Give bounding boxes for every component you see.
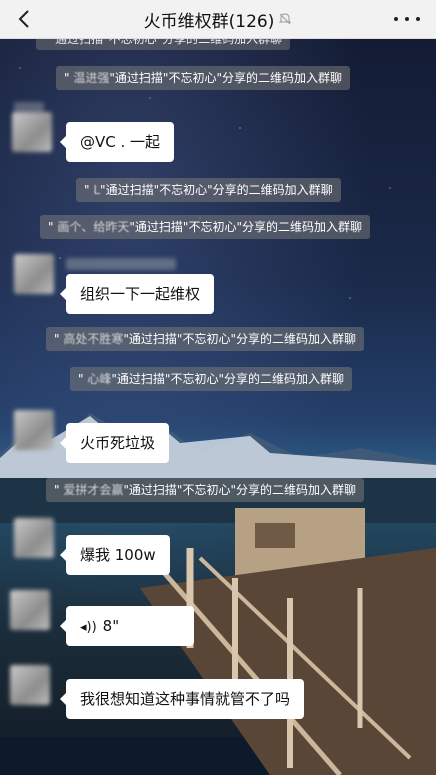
chat-header: 火币维权群(126) <box>0 0 436 39</box>
avatar[interactable] <box>14 518 54 558</box>
avatar[interactable] <box>14 254 54 294</box>
sender-nickname <box>66 258 176 270</box>
avatar[interactable] <box>14 410 54 450</box>
chevron-left-icon <box>18 10 29 28</box>
more-options-button[interactable] <box>394 10 420 28</box>
mute-icon <box>279 13 292 25</box>
message-bubble[interactable]: 我很想知道这种事情就管不了吗 <box>59 679 305 719</box>
message-bubble[interactable]: 火币死垃圾 <box>59 423 170 463</box>
voice-duration: 8" <box>102 617 120 635</box>
avatar[interactable] <box>10 665 50 705</box>
system-notice: " 温进强"通过扫描"不忘初心"分享的二维码加入群聊 <box>56 66 350 90</box>
avatar[interactable] <box>10 590 50 630</box>
voice-message-bubble[interactable]: ◂)) 8" <box>60 606 194 646</box>
message-bubble[interactable]: @VC . 一起 <box>59 122 175 162</box>
message-bubble[interactable]: 爆我 100w <box>60 535 170 575</box>
back-button[interactable] <box>10 4 38 34</box>
dot-icon <box>416 17 420 21</box>
system-notice: " 画个、给昨天"通过扫描"不忘初心"分享的二维码加入群聊 <box>40 215 370 239</box>
system-notice: " 爱拼才会赢"通过扫描"不忘初心"分享的二维码加入群聊 <box>46 478 364 502</box>
avatar[interactable] <box>12 112 52 152</box>
message-bubble[interactable]: 组织一下一起维权 <box>59 274 215 314</box>
system-notice: " 高处不胜寒"通过扫描"不忘初心"分享的二维码加入群聊 <box>46 327 364 351</box>
system-notice: " L"通过扫描"不忘初心"分享的二维码加入群聊 <box>76 178 341 202</box>
page-title: 火币维权群(126) <box>143 11 275 32</box>
voice-wave-icon: ◂)) <box>80 620 97 635</box>
header-title-group: 火币维权群(126) <box>144 7 293 32</box>
system-notice: " 心峰"通过扫描"不忘初心"分享的二维码加入群聊 <box>70 367 352 391</box>
dot-icon <box>405 17 409 21</box>
dot-icon <box>394 17 398 21</box>
